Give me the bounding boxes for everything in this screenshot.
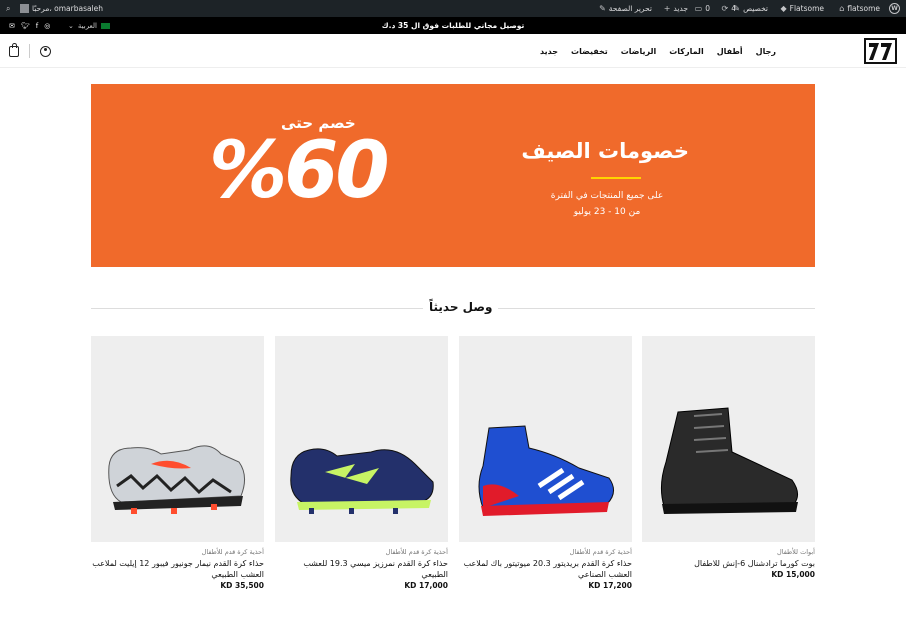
black-leather-boot-icon bbox=[660, 407, 798, 514]
top-bar: توصيل مجاني للطلبات فوق ال 35 د.ك ✉ 🐦︎ f… bbox=[0, 17, 906, 34]
header-actions bbox=[9, 42, 51, 58]
new-label: جديد bbox=[673, 4, 688, 13]
product-image[interactable] bbox=[642, 336, 815, 542]
product-image[interactable] bbox=[275, 336, 448, 542]
product-name[interactable]: حذاء كرة القدم نمرزيز ميسي 19.3 للعشب ال… bbox=[275, 558, 448, 580]
avatar bbox=[20, 4, 29, 13]
product-category: أبوات للأطفال bbox=[777, 548, 815, 556]
product-price: 15,000 KD bbox=[771, 570, 815, 579]
wordpress-icon: W bbox=[889, 3, 900, 14]
theme-name: Flatsome bbox=[789, 4, 824, 13]
nav-item-men[interactable]: رجال bbox=[756, 47, 776, 56]
search-icon: ⌕ bbox=[6, 4, 11, 13]
chevron-down-icon: ⌄ bbox=[68, 21, 74, 30]
plus-icon: + bbox=[663, 4, 671, 13]
admin-bar: W ⌂ flatsome ◆ Flatsome ✎ تخصيص ⟳ 4 ▭ 0 … bbox=[0, 0, 906, 17]
product-card[interactable]: أحذية كرة قدم للأطفال حذاء كرة القدم بري… bbox=[459, 336, 632, 590]
product-name[interactable]: حذاء كرة القدم نيمار جونيور فيبور 12 إيل… bbox=[91, 558, 264, 580]
instagram-icon[interactable]: ◎ bbox=[44, 22, 50, 30]
product-price: 17,200 KD bbox=[588, 581, 632, 590]
navy-football-boot-icon bbox=[290, 448, 434, 514]
nav-item-sports[interactable]: الرياضات bbox=[621, 47, 657, 56]
theme-menu[interactable]: ◆ Flatsome bbox=[780, 0, 824, 17]
nav-item-new[interactable]: جديد bbox=[540, 47, 558, 56]
product-image[interactable] bbox=[91, 336, 264, 542]
site-header: رجال أطفال الماركات الرياضات تخفيضات جدي… bbox=[0, 34, 906, 68]
product-name[interactable]: بوت كورما ترادشنال 6-إنش للاطفال bbox=[642, 558, 815, 569]
banner-subtitle: على جميع المنتجات في الفترة من 10 - 23 ي… bbox=[547, 188, 667, 220]
main-nav: رجال أطفال الماركات الرياضات تخفيضات جدي… bbox=[540, 34, 776, 68]
summer-sale-banner[interactable]: خصومات الصيف على جميع المنتجات في الفترة… bbox=[91, 84, 815, 267]
edit-page-menu[interactable]: ✎ تحرير الصفحة bbox=[599, 0, 652, 17]
home-icon: ⌂ bbox=[839, 4, 845, 13]
product-image[interactable] bbox=[459, 336, 632, 542]
banner-subtitle-line2: من 10 - 23 يوليو bbox=[573, 207, 641, 217]
product-category: أحذية كرة قدم للأطفال bbox=[201, 548, 264, 556]
customize-label: تخصيص bbox=[743, 4, 768, 13]
customize-menu[interactable]: ✎ تخصيص bbox=[733, 0, 768, 17]
flag-icon bbox=[101, 22, 111, 29]
updates-count: 4 bbox=[731, 4, 736, 13]
promo-text: توصيل مجاني للطلبات فوق ال 35 د.ك bbox=[381, 21, 525, 30]
new-content-menu[interactable]: + جديد bbox=[664, 0, 688, 17]
account-icon[interactable] bbox=[40, 45, 51, 57]
email-icon[interactable]: ✉ bbox=[9, 22, 15, 30]
logo-graphic bbox=[864, 38, 897, 64]
banner-subtitle-line1: على جميع المنتجات في الفترة bbox=[550, 191, 664, 201]
nav-item-kids[interactable]: أطفال bbox=[717, 47, 743, 56]
new-arrivals-heading: وصل حديثاً bbox=[91, 298, 815, 318]
product-name[interactable]: حذاء كرة القدم بريديتور 20.3 ميوتيتور با… bbox=[459, 558, 632, 580]
product-category: أحذية كرة قدم للأطفال bbox=[569, 548, 632, 556]
language-switcher[interactable]: ⌄ العربية bbox=[68, 17, 111, 34]
pencil-icon: ✎ bbox=[599, 4, 606, 13]
facebook-icon[interactable]: f bbox=[36, 22, 38, 30]
site-name-menu[interactable]: ⌂ flatsome bbox=[839, 0, 880, 17]
product-category: أحذية كرة قدم للأطفال bbox=[385, 548, 448, 556]
wp-logo-menu[interactable]: W bbox=[889, 0, 900, 17]
blue-red-predator-boot-icon bbox=[478, 425, 614, 516]
updates-menu[interactable]: ⟳ 4 bbox=[722, 0, 736, 17]
nav-item-sale[interactable]: تخفيضات bbox=[571, 47, 608, 56]
section-title: وصل حديثاً bbox=[423, 300, 499, 314]
language-label: العربية bbox=[77, 21, 98, 30]
product-price: 35,500 KD bbox=[220, 581, 264, 590]
site-logo[interactable] bbox=[864, 38, 897, 64]
social-icons: ✉ 🐦︎ f ◎ bbox=[9, 17, 50, 34]
my-account-menu[interactable]: مرحبًا، omarbasaleh bbox=[20, 0, 103, 17]
product-card[interactable]: أحذية كرة قدم للأطفال حذاء كرة القدم نيم… bbox=[91, 336, 264, 590]
greeting: مرحبًا، omarbasaleh bbox=[32, 4, 104, 13]
grey-orange-football-boot-icon bbox=[108, 445, 245, 514]
site-name: flatsome bbox=[847, 4, 880, 13]
comment-icon: ▭ bbox=[694, 4, 703, 13]
divider bbox=[29, 44, 30, 58]
edit-page-label: تحرير الصفحة bbox=[608, 4, 652, 13]
nav-item-brands[interactable]: الماركات bbox=[669, 47, 703, 56]
comments-menu[interactable]: ▭ 0 bbox=[695, 0, 710, 17]
twitter-icon[interactable]: 🐦︎ bbox=[21, 22, 30, 30]
search-admin[interactable]: ⌕ bbox=[6, 0, 10, 17]
updates-icon: ⟳ bbox=[721, 4, 729, 13]
flatsome-icon: ◆ bbox=[780, 4, 787, 13]
product-card[interactable]: أبوات للأطفال بوت كورما ترادشنال 6-إنش ل… bbox=[642, 336, 815, 579]
product-price: 17,000 KD bbox=[404, 581, 448, 590]
product-card[interactable]: أحذية كرة قدم للأطفال حذاء كرة القدم نمر… bbox=[275, 336, 448, 590]
cart-icon[interactable] bbox=[9, 42, 19, 57]
banner-title: خصومات الصيف bbox=[521, 139, 689, 163]
comments-count: 0 bbox=[705, 4, 710, 13]
banner-percent: %60 bbox=[209, 126, 390, 216]
banner-divider bbox=[591, 177, 641, 179]
